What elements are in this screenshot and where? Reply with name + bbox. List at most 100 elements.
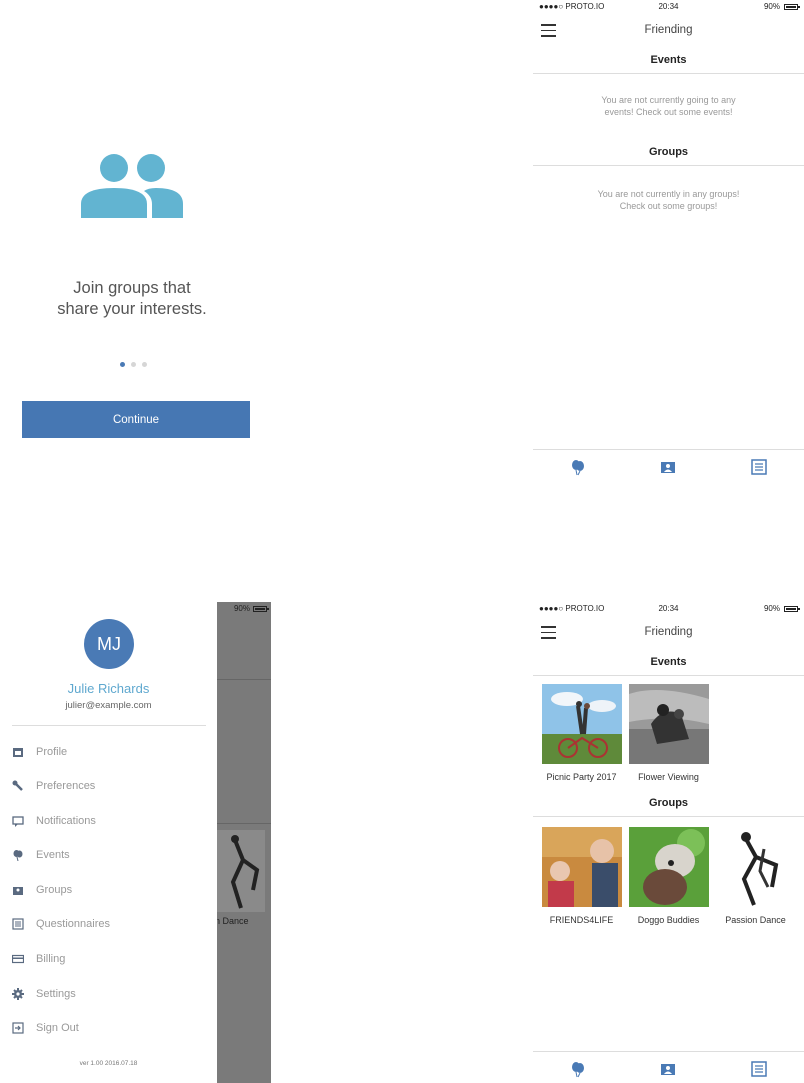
menu-item-groups[interactable]: Groups [12, 880, 202, 900]
battery-status: 90% [763, 604, 800, 613]
menu-item-questionnaires[interactable]: Questionnaires [12, 914, 202, 934]
group-image [541, 827, 622, 907]
card-icon [12, 954, 24, 964]
menu-item-label: Billing [36, 953, 66, 965]
behind-group-label: n Dance [217, 916, 249, 926]
events-header: Events [533, 54, 804, 74]
event-image [541, 684, 622, 764]
photos-icon[interactable] [659, 458, 677, 476]
menu-item-label: Preferences [36, 780, 96, 792]
list-icon [12, 918, 24, 930]
menu-item-label: Questionnaires [36, 918, 110, 930]
balloons-icon [13, 850, 23, 861]
menu-item-label: Settings [36, 988, 76, 1000]
menu-item-billing[interactable]: Billing [12, 949, 202, 969]
event-label: Flower Viewing [638, 772, 699, 782]
page-dot-1[interactable] [120, 362, 125, 367]
event-card[interactable]: Flower Viewing [625, 684, 712, 782]
divider [12, 725, 206, 726]
menu-item-preferences[interactable]: Preferences [12, 776, 202, 796]
menu-item-notifications[interactable]: Notifications [12, 811, 202, 831]
page-dot-2[interactable] [131, 362, 136, 367]
avatar[interactable]: MJ [84, 619, 134, 669]
dimmed-background[interactable]: 90% n Dance [217, 602, 271, 1083]
menu-item-settings[interactable]: Settings [12, 984, 202, 1004]
events-header: Events [533, 656, 804, 676]
menu-item-profile[interactable]: Profile [12, 742, 202, 762]
nav-title: Friending [644, 626, 693, 638]
groups-list: FRIENDS4LIFE Doggo Buddies Passion Dance [533, 827, 804, 925]
groups-empty-line-2: Check out some groups! [619, 201, 718, 211]
events-list: Picnic Party 2017 Flower Viewing [533, 684, 804, 782]
group-card[interactable]: FRIENDS4LIFE [538, 827, 625, 925]
battery-percent: 90% [763, 604, 780, 613]
signout-icon [12, 1022, 24, 1034]
groups-header: Groups [533, 146, 804, 166]
gear-icon [12, 988, 24, 1000]
friending-screen-empty: ●●●●○ PROTO.IO 20:34 90% Friending Event… [533, 0, 804, 480]
groups-empty-line-1: You are not currently in any groups! [597, 189, 740, 199]
battery-icon [253, 605, 269, 612]
nav-title: Friending [644, 24, 693, 36]
battery-icon [784, 605, 800, 612]
group-card[interactable]: Doggo Buddies [625, 827, 712, 925]
status-bar: ●●●●○ PROTO.IO 20:34 90% [533, 0, 804, 16]
groups-empty-message: You are not currently in any groups! Che… [533, 188, 804, 212]
chat-icon [12, 816, 24, 827]
photos-icon[interactable] [659, 1060, 677, 1078]
list-icon[interactable] [750, 1060, 768, 1078]
menu-item-label: Sign Out [36, 1022, 79, 1034]
side-menu: MJ Julie Richards julier@example.com Pro… [0, 602, 217, 1083]
events-empty-line-2: events! Check out some events! [604, 107, 733, 117]
divider [217, 679, 271, 680]
balloons-icon[interactable] [569, 1060, 587, 1078]
events-empty-line-1: You are not currently going to any [601, 95, 736, 105]
battery-status: 90% [233, 604, 269, 613]
page-dot-3[interactable] [142, 362, 147, 367]
group-card[interactable]: Passion Dance [712, 827, 799, 925]
event-label: Picnic Party 2017 [546, 772, 617, 782]
balloons-icon[interactable] [569, 458, 587, 476]
list-icon[interactable] [750, 458, 768, 476]
menu-item-sign-out[interactable]: Sign Out [12, 1018, 202, 1038]
event-card[interactable]: Picnic Party 2017 [538, 684, 625, 782]
dance-thumbnail [217, 830, 265, 912]
nav-bar: Friending [533, 618, 804, 646]
menu-item-label: Profile [36, 746, 68, 758]
battery-percent: 90% [233, 604, 250, 613]
battery-status: 90% [763, 2, 800, 11]
menu-item-label: Groups [36, 884, 73, 896]
wrench-icon [12, 780, 23, 791]
user-email: julier@example.com [65, 700, 152, 711]
group-image [715, 827, 796, 907]
status-bar: ●●●●○ PROTO.IO 20:34 90% [533, 602, 804, 618]
groups-header: Groups [533, 797, 804, 817]
menu-item-label: Notifications [36, 815, 96, 827]
page-indicator[interactable] [120, 362, 152, 370]
menu-item-label: Events [36, 849, 70, 861]
photos-icon [13, 887, 23, 895]
user-name: Julie Richards [67, 681, 150, 696]
people-icon [81, 154, 183, 218]
onboarding-line-2: share your interests. [57, 300, 207, 318]
group-label: FRIENDS4LIFE [549, 915, 614, 925]
group-label: Doggo Buddies [637, 915, 700, 925]
menu-item-events[interactable]: Events [12, 845, 202, 865]
version-label: ver 1.00 2016.07.18 [79, 1060, 138, 1067]
battery-percent: 90% [763, 2, 780, 11]
group-image [628, 827, 709, 907]
events-empty-message: You are not currently going to any event… [533, 94, 804, 118]
tab-bar [533, 449, 804, 483]
profile-icon [13, 748, 23, 757]
battery-icon [784, 3, 800, 10]
onboarding-line-1: Join groups that [73, 279, 191, 297]
divider [217, 823, 271, 824]
side-menu-screen: 90% n Dance MJ Julie Richards julier@exa… [0, 602, 271, 1083]
friending-screen-full: ●●●●○ PROTO.IO 20:34 90% Friending Event… [533, 602, 804, 1083]
nav-bar: Friending [533, 16, 804, 44]
tab-bar [533, 1051, 804, 1083]
continue-button[interactable]: Continue [22, 401, 250, 438]
event-image [628, 684, 709, 764]
group-label: Passion Dance [725, 915, 786, 925]
onboarding-message: Join groups that share your interests. [0, 278, 264, 320]
